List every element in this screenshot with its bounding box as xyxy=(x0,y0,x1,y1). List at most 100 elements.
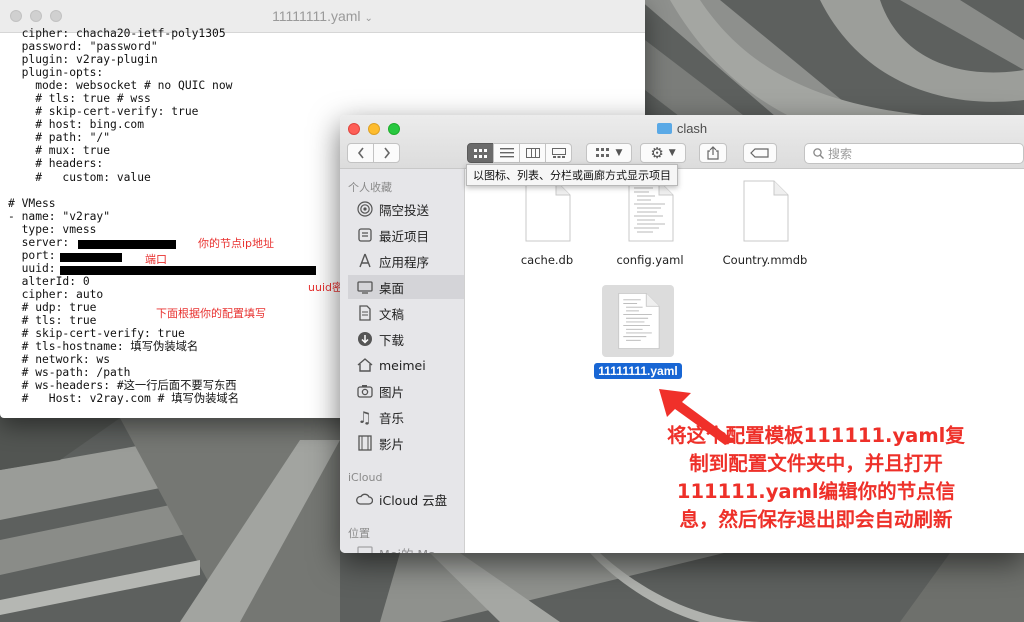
sidebar-item-label: 下载 xyxy=(379,332,405,348)
view-mode-control xyxy=(467,143,572,163)
redacted-uuid xyxy=(60,266,316,275)
documents-icon xyxy=(356,305,373,322)
recents-icon xyxy=(356,227,373,244)
file-name: 11111111.yaml xyxy=(594,363,682,379)
port-annotation: 端口 xyxy=(145,253,167,266)
icon-view-icon xyxy=(474,148,487,158)
code-line: # tls-hostname: 填写伪装域名 xyxy=(8,340,199,354)
sidebar-item-label: 音乐 xyxy=(379,410,405,426)
sidebar-item-recents[interactable]: 最近项目 xyxy=(356,223,429,247)
group-button[interactable]: ▼ xyxy=(586,143,632,163)
instruction-line: 111111.yaml编辑你的节点信 xyxy=(676,480,956,503)
code-line: # skip-cert-verify: true xyxy=(8,105,199,119)
view-mode-tooltip: 以图标、列表、分栏或画廊方式显示项目 xyxy=(466,164,678,186)
file-generic-icon xyxy=(522,179,572,247)
chevron-down-icon: ▼ xyxy=(668,148,676,158)
code-line: alterId: 0 xyxy=(8,274,90,288)
search-field[interactable] xyxy=(804,143,1024,164)
code-line: # Host: v2ray.com # 填写伪装域名 xyxy=(8,392,240,406)
desktop-icon xyxy=(356,279,373,296)
sidebar-item-label: 图片 xyxy=(379,384,405,400)
sidebar-item-movies[interactable]: 影片 xyxy=(356,431,404,455)
sidebar-item-pictures[interactable]: 图片 xyxy=(356,379,404,403)
code-line: cipher: auto xyxy=(8,287,104,301)
sidebar-item-label: 文稿 xyxy=(379,306,405,322)
server-annotation: 你的节点ip地址 xyxy=(198,237,275,250)
code-line: mode: websocket # no QUIC now xyxy=(8,79,233,93)
downloads-icon xyxy=(356,331,373,348)
search-input[interactable] xyxy=(828,146,998,161)
sidebar-item-desktop[interactable]: 桌面 xyxy=(348,275,464,299)
sidebar-heading-locations: 位置 xyxy=(348,527,370,540)
finder-toolbar: clash ▼ ⚙ ▼ 搜索 xyxy=(340,115,1024,169)
finder-sidebar: 个人收藏 隔空投送 最近项目 应用程序 桌面 文稿 下载 meimei 图片 ♫… xyxy=(340,169,465,553)
pictures-icon xyxy=(356,383,373,400)
code-line: - name: "v2ray" xyxy=(8,209,111,223)
sidebar-item-label: iCloud 云盘 xyxy=(379,492,448,508)
sidebar-item-label: 应用程序 xyxy=(379,254,430,270)
instruction-line: 制到配置文件夹中，并且打开 xyxy=(689,452,943,475)
finder-title-text: clash xyxy=(676,121,708,136)
instruction-line: 将这个配置模板111111.yaml复 xyxy=(667,424,965,447)
list-view-button[interactable] xyxy=(493,143,520,163)
icloud-icon xyxy=(356,491,373,508)
code-line: # path: "/" xyxy=(8,131,111,145)
sidebar-item-icloud-drive[interactable]: iCloud 云盘 xyxy=(356,487,447,511)
sidebar-item-documents[interactable]: 文稿 xyxy=(356,301,404,325)
sidebar-item-label: Mei的 Ma xyxy=(379,544,436,554)
redacted-port xyxy=(60,253,122,262)
chevron-down-icon: ▼ xyxy=(615,148,623,158)
navigation-buttons xyxy=(347,143,400,163)
sidebar-item-label: 隔空投送 xyxy=(379,202,430,218)
redacted-server xyxy=(78,240,176,249)
gallery-view-icon xyxy=(551,148,566,158)
group-icon xyxy=(595,148,609,157)
computer-icon xyxy=(356,545,373,553)
share-button[interactable] xyxy=(699,143,727,163)
share-icon xyxy=(707,146,719,160)
tag-button[interactable] xyxy=(743,143,777,163)
list-view-icon xyxy=(499,148,514,158)
sidebar-item-applications[interactable]: 应用程序 xyxy=(356,249,429,273)
finder-title: clash xyxy=(340,121,1024,136)
code-line: # network: ws xyxy=(8,353,111,367)
icon-view-button[interactable] xyxy=(467,143,494,163)
editor-title[interactable]: 11111111.yaml ⌄ xyxy=(0,8,645,24)
sidebar-item-label: 最近项目 xyxy=(379,228,430,244)
column-view-button[interactable] xyxy=(519,143,546,163)
config-annotation: 下面根据你的配置填写 xyxy=(156,307,266,320)
editor-title-text: 11111111.yaml xyxy=(272,8,361,24)
file-text-icon xyxy=(625,179,675,247)
file-generic-icon xyxy=(740,179,790,247)
sidebar-heading-icloud: iCloud xyxy=(348,471,383,484)
chevron-down-icon: ⌄ xyxy=(364,13,373,24)
code-editor[interactable]: cipher: chacha20-ietf-poly1305 password:… xyxy=(8,27,239,405)
sidebar-item-label: 桌面 xyxy=(379,280,405,296)
file-item[interactable]: cache.db xyxy=(497,179,597,267)
code-line: # custom: value xyxy=(8,170,151,184)
file-item-selected[interactable]: 11111111.yaml xyxy=(588,285,688,379)
chevron-left-icon xyxy=(357,147,364,159)
sidebar-item-airdrop[interactable]: 隔空投送 xyxy=(356,197,429,221)
code-line: # tls: true # wss xyxy=(8,92,151,106)
gear-icon: ⚙ xyxy=(650,144,664,162)
file-item[interactable]: config.yaml xyxy=(600,179,700,267)
forward-button[interactable] xyxy=(373,143,400,163)
chevron-right-icon xyxy=(383,147,390,159)
home-icon xyxy=(356,357,373,374)
sidebar-item-home[interactable]: meimei xyxy=(356,353,426,377)
folder-icon xyxy=(656,123,672,134)
back-button[interactable] xyxy=(347,143,374,163)
sidebar-item-computer[interactable]: Mei的 Ma xyxy=(356,541,436,553)
gallery-view-button[interactable] xyxy=(545,143,572,163)
code-line: # host: bing.com xyxy=(8,118,145,132)
file-name: cache.db xyxy=(520,253,574,267)
tag-icon xyxy=(750,148,769,158)
code-line: # mux: true xyxy=(8,144,111,158)
code-line: # skip-cert-verify: true xyxy=(8,327,185,341)
sidebar-item-music[interactable]: ♫ 音乐 xyxy=(356,405,404,429)
sidebar-item-downloads[interactable]: 下载 xyxy=(356,327,404,351)
action-button[interactable]: ⚙ ▼ xyxy=(640,143,686,163)
file-item[interactable]: Country.mmdb xyxy=(715,179,815,267)
column-view-icon xyxy=(525,148,540,158)
